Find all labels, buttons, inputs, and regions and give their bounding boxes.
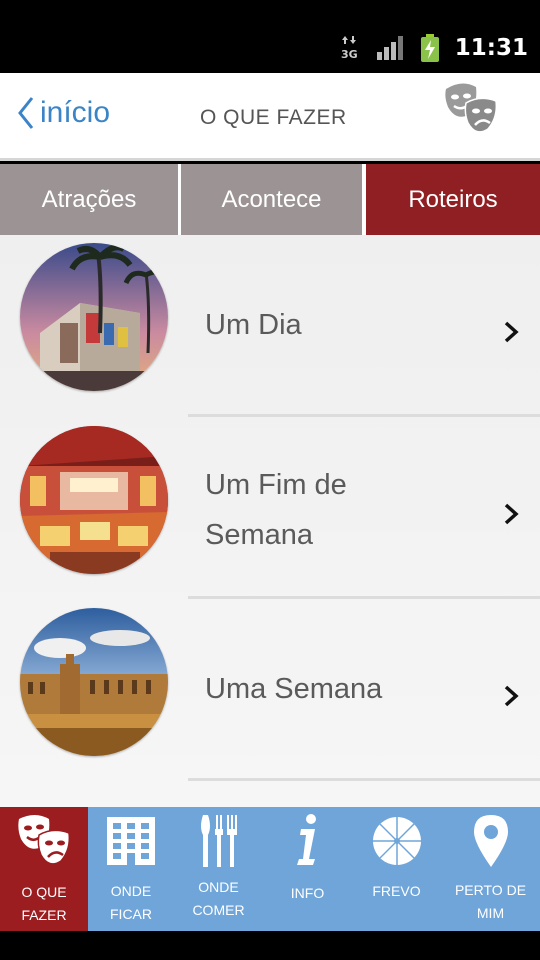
svg-text:3G: 3G bbox=[341, 48, 358, 60]
nav-label: O QUE FAZER bbox=[21, 884, 67, 923]
thumbnail-image bbox=[20, 426, 168, 574]
thumbnail-image bbox=[20, 243, 168, 391]
list-item-label: Um Fim de Semana bbox=[205, 469, 347, 551]
nav-info[interactable]: INFO bbox=[263, 807, 352, 931]
chevron-right-icon bbox=[504, 685, 519, 707]
chevron-right-icon bbox=[504, 321, 519, 343]
tab-acontece[interactable]: Acontece bbox=[181, 164, 362, 235]
nav-label: ONDE FICAR bbox=[110, 883, 152, 922]
status-icons: 3G 11:31 bbox=[341, 34, 528, 62]
list-divider bbox=[188, 778, 540, 781]
cutlery-icon bbox=[200, 815, 237, 867]
nav-perto-de-mim[interactable]: PERTO DE MIM bbox=[441, 807, 540, 931]
building-icon bbox=[107, 817, 155, 865]
info-icon bbox=[296, 814, 316, 865]
thumbnail-image bbox=[20, 608, 168, 756]
tab-bar: Atrações Acontece Roteiros bbox=[0, 164, 540, 235]
list-item-label: Um Dia bbox=[205, 309, 302, 341]
nav-o-que-fazer[interactable]: O QUE FAZER bbox=[0, 807, 88, 931]
status-time: 11:31 bbox=[454, 35, 528, 61]
theater-masks-icon bbox=[18, 815, 71, 865]
status-bar: 3G 11:31 bbox=[0, 0, 540, 73]
back-button[interactable]: início bbox=[16, 95, 110, 131]
bottom-navigation: O QUE FAZER ONDE FICAR ONDE COMER INFO F… bbox=[0, 807, 540, 931]
tab-roteiros[interactable]: Roteiros bbox=[366, 164, 540, 235]
nav-label: PERTO DE MIM bbox=[454, 882, 527, 921]
list-item-uma-semana[interactable]: Uma Semana bbox=[0, 599, 540, 781]
back-label: início bbox=[40, 96, 111, 129]
tab-atracoes[interactable]: Atrações bbox=[0, 164, 178, 235]
nav-label: INFO bbox=[290, 885, 325, 901]
list-item-um-fim-de-semana[interactable]: Um Fim de Semana bbox=[0, 417, 540, 599]
nav-label: FREVO bbox=[372, 883, 421, 899]
list-item-label: Uma Semana bbox=[205, 673, 383, 705]
chevron-right-icon bbox=[504, 503, 519, 525]
system-nav-bar bbox=[0, 931, 540, 960]
itinerary-list: Um Dia Um Fim de Semana Uma Semana bbox=[0, 235, 540, 807]
chevron-left-icon bbox=[18, 97, 34, 129]
battery-charging-icon bbox=[420, 34, 439, 62]
theater-masks-icon[interactable] bbox=[442, 81, 500, 141]
umbrella-icon bbox=[372, 817, 421, 865]
page-title: O QUE FAZER bbox=[200, 106, 347, 129]
signal-icon bbox=[376, 36, 403, 60]
app-header: início O QUE FAZER bbox=[0, 73, 540, 161]
location-pin-icon bbox=[473, 815, 508, 867]
nav-label: ONDE COMER bbox=[192, 879, 245, 918]
network-3g-icon: 3G bbox=[341, 34, 361, 62]
list-item-um-dia[interactable]: Um Dia bbox=[0, 235, 540, 417]
nav-onde-comer[interactable]: ONDE COMER bbox=[174, 807, 263, 931]
nav-onde-ficar[interactable]: ONDE FICAR bbox=[88, 807, 174, 931]
nav-frevo[interactable]: FREVO bbox=[352, 807, 441, 931]
